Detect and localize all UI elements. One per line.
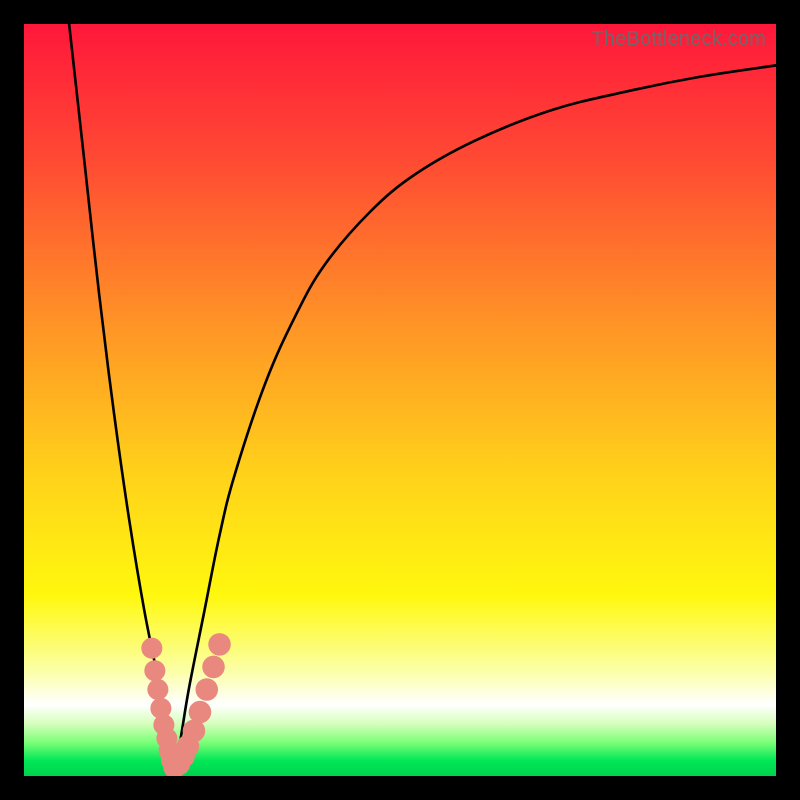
- data-marker: [141, 638, 162, 659]
- chart-frame: TheBottleneck.com: [0, 0, 800, 800]
- data-marker: [144, 660, 165, 681]
- plot-area: TheBottleneck.com: [24, 24, 776, 776]
- data-marker: [202, 656, 225, 679]
- data-marker: [189, 701, 212, 724]
- bottleneck-curve: [69, 24, 776, 770]
- data-marker: [147, 679, 168, 700]
- data-marker: [195, 678, 218, 701]
- watermark-text: TheBottleneck.com: [591, 28, 766, 51]
- data-marker: [208, 633, 231, 656]
- chart-svg: [24, 24, 776, 776]
